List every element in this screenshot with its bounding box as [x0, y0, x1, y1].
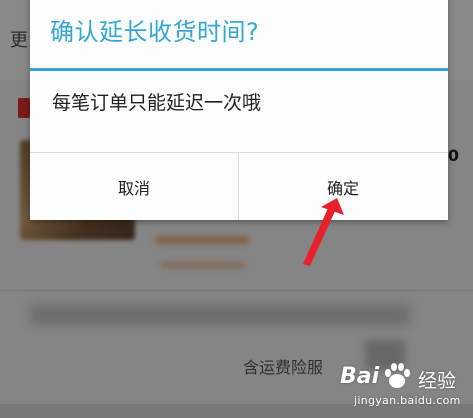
watermark-url: jingyan.baidu.com — [354, 394, 461, 407]
annotation-arrow-icon — [303, 198, 344, 266]
baidu-paw-icon — [385, 363, 410, 388]
watermark-brand-left: Bai — [340, 364, 380, 389]
watermark-brand-right: 经验 — [418, 370, 457, 392]
baidu-watermark: Bai 经验 jingyan.baidu.com — [340, 362, 470, 414]
